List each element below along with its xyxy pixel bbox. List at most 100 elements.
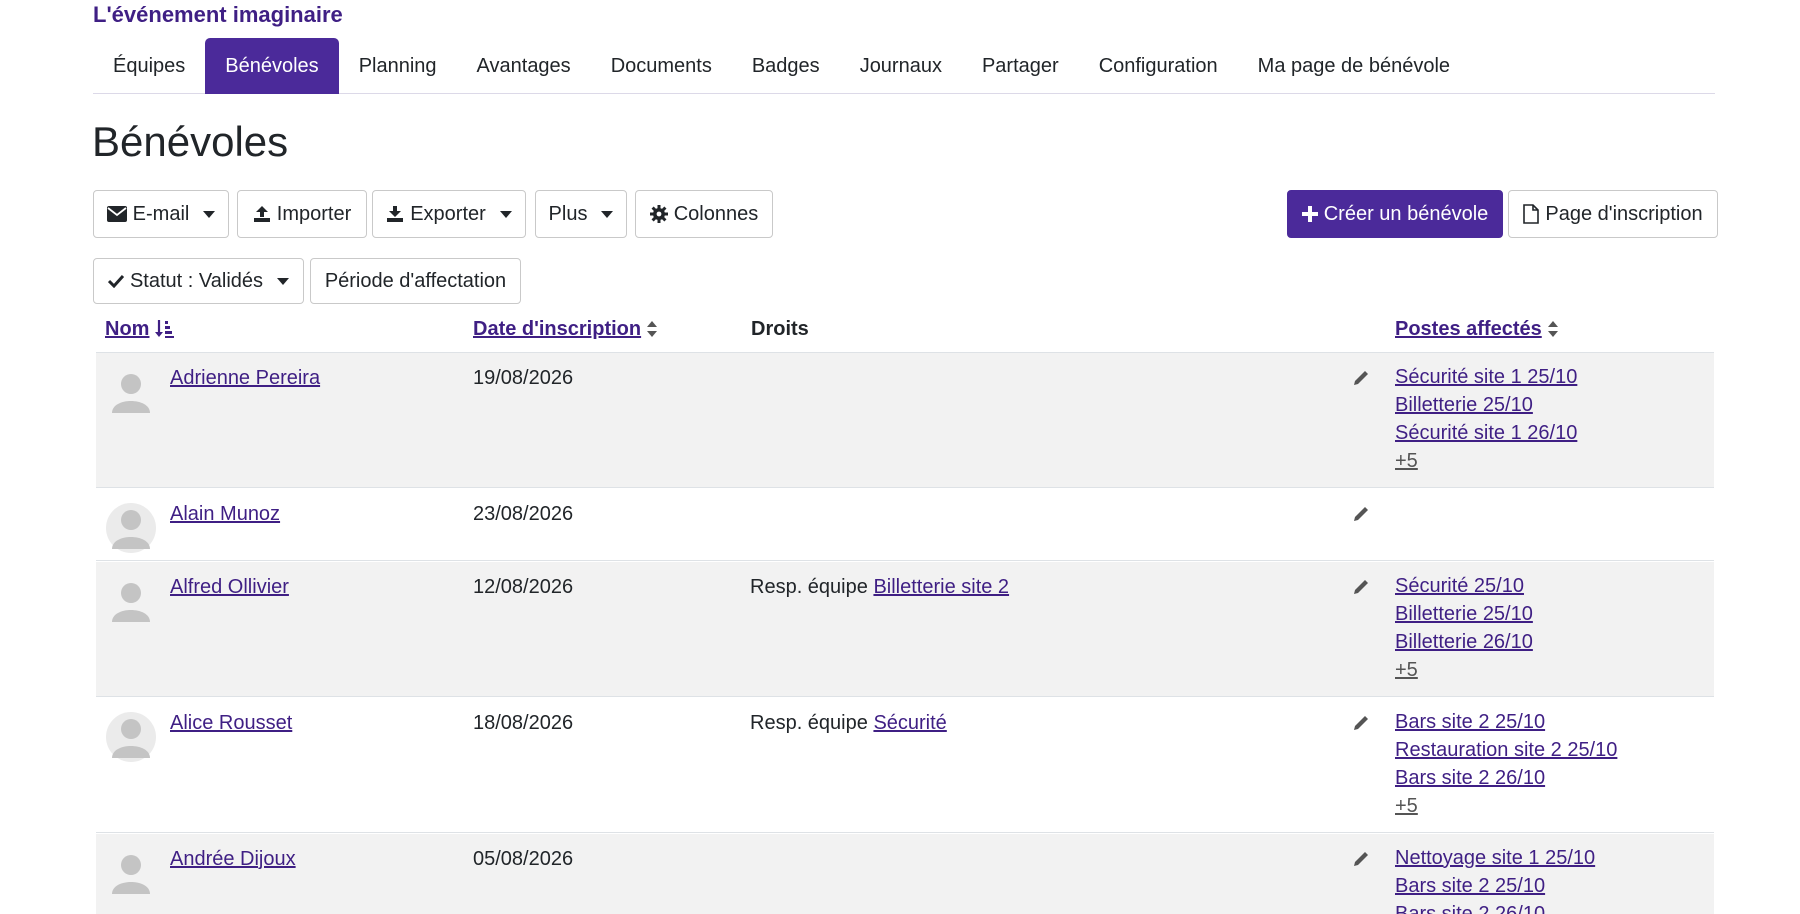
email-label: E-mail <box>132 202 190 225</box>
avatar <box>106 712 156 762</box>
page-title: Bénévoles <box>92 118 289 165</box>
create-volunteer-label: Créer un bénévole <box>1323 202 1489 225</box>
plus-icon <box>1301 206 1318 222</box>
period-filter-button[interactable]: Période d'affectation <box>310 258 521 304</box>
main-tabs: Équipes Bénévoles Planning Avantages Doc… <box>93 38 1715 94</box>
signup-date: 23/08/2026 <box>473 503 574 525</box>
chevron-down-icon <box>203 210 216 218</box>
sort-icon <box>1547 321 1558 337</box>
status-filter-label: Statut : Validés <box>129 269 264 292</box>
avatar <box>106 848 156 898</box>
event-title[interactable]: L'événement imaginaire <box>93 2 343 28</box>
table-row: Adrienne Pereira 19/08/2026 Sécurité sit… <box>96 353 1714 488</box>
user-icon <box>112 855 150 894</box>
post-link[interactable]: Sécurité site 1 26/10 <box>1395 419 1577 447</box>
export-button[interactable]: Exporter <box>372 190 526 238</box>
post-link[interactable]: Billetterie 25/10 <box>1395 391 1577 419</box>
rights-team-link[interactable]: Billetterie site 2 <box>873 576 1009 598</box>
post-link[interactable]: Nettoyage site 1 25/10 <box>1395 844 1595 872</box>
tab-configuration[interactable]: Configuration <box>1079 38 1238 94</box>
column-header-posts[interactable]: Postes affectés <box>1395 312 1559 346</box>
user-icon <box>112 583 150 622</box>
gear-icon <box>649 205 668 223</box>
avatar <box>106 503 156 553</box>
more-posts-link[interactable]: +5 <box>1395 447 1577 475</box>
chevron-down-icon <box>499 210 512 218</box>
tab-benevoles[interactable]: Bénévoles <box>205 38 339 94</box>
post-link[interactable]: Billetterie 26/10 <box>1395 628 1533 656</box>
volunteer-name-link[interactable]: Adrienne Pereira <box>170 367 320 390</box>
rights-team-link[interactable]: Sécurité <box>873 712 946 734</box>
user-icon <box>112 510 150 549</box>
signup-date: 19/08/2026 <box>473 367 574 389</box>
table-row: Andrée Dijoux 05/08/2026 Nettoyage site … <box>96 834 1714 914</box>
tab-equipes[interactable]: Équipes <box>93 38 205 94</box>
export-label: Exporter <box>410 202 486 225</box>
assigned-posts: Nettoyage site 1 25/10 Bars site 2 25/10… <box>1395 844 1595 914</box>
more-label: Plus <box>548 202 588 225</box>
upload-icon <box>253 206 270 222</box>
signup-date: 12/08/2026 <box>473 576 574 598</box>
file-icon <box>1523 204 1540 224</box>
column-header-name[interactable]: Nom <box>105 312 175 346</box>
post-link[interactable]: Billetterie 25/10 <box>1395 600 1533 628</box>
sort-icon <box>647 321 658 337</box>
more-button[interactable]: Plus <box>535 190 627 238</box>
tab-journaux[interactable]: Journaux <box>840 38 962 94</box>
pencil-icon[interactable] <box>1352 850 1370 873</box>
volunteer-name-link[interactable]: Andrée Dijoux <box>170 848 296 871</box>
download-icon <box>387 206 404 222</box>
post-link[interactable]: Restauration site 2 25/10 <box>1395 736 1617 764</box>
post-link[interactable]: Bars site 2 25/10 <box>1395 872 1595 900</box>
post-link[interactable]: Bars site 2 26/10 <box>1395 900 1595 914</box>
create-volunteer-button[interactable]: Créer un bénévole <box>1287 190 1503 238</box>
tab-planning[interactable]: Planning <box>339 38 457 94</box>
pencil-icon[interactable] <box>1352 505 1370 528</box>
table-row: Alain Munoz 23/08/2026 <box>96 489 1714 561</box>
assigned-posts: Bars site 2 25/10 Restauration site 2 25… <box>1395 708 1617 820</box>
user-icon <box>112 374 150 413</box>
column-header-rights: Droits <box>751 312 809 346</box>
avatar <box>106 576 156 626</box>
status-filter-button[interactable]: Statut : Validés <box>93 258 304 304</box>
rights-text: Resp. équipe <box>750 712 868 734</box>
post-link[interactable]: Sécurité site 1 25/10 <box>1395 363 1577 391</box>
tab-partager[interactable]: Partager <box>962 38 1079 94</box>
user-icon <box>112 719 150 758</box>
signup-page-label: Page d'inscription <box>1545 202 1703 225</box>
more-posts-link[interactable]: +5 <box>1395 656 1533 684</box>
post-link[interactable]: Sécurité 25/10 <box>1395 572 1533 600</box>
post-link[interactable]: Bars site 2 25/10 <box>1395 708 1617 736</box>
table-row: Alfred Ollivier 12/08/2026 Resp. équipe … <box>96 562 1714 697</box>
column-header-posts-label: Postes affectés <box>1395 317 1542 340</box>
chevron-down-icon <box>601 210 614 218</box>
columns-label: Colonnes <box>673 202 759 225</box>
more-posts-link[interactable]: +5 <box>1395 792 1617 820</box>
column-header-name-label: Nom <box>105 317 150 340</box>
tab-badges[interactable]: Badges <box>732 38 840 94</box>
rights-cell: Resp. équipe Billetterie site 2 <box>750 576 1009 599</box>
tab-documents[interactable]: Documents <box>591 38 732 94</box>
rights-cell: Resp. équipe Sécurité <box>750 712 947 735</box>
volunteer-name-link[interactable]: Alfred Ollivier <box>170 576 289 599</box>
table-row: Alice Rousset 18/08/2026 Resp. équipe Sé… <box>96 698 1714 833</box>
signup-page-button[interactable]: Page d'inscription <box>1508 190 1718 238</box>
pencil-icon[interactable] <box>1352 369 1370 392</box>
column-header-signup-date[interactable]: Date d'inscription <box>473 312 658 346</box>
tab-ma-page[interactable]: Ma page de bénévole <box>1238 38 1470 94</box>
import-label: Importer <box>276 202 352 225</box>
assigned-posts: Sécurité 25/10 Billetterie 25/10 Billett… <box>1395 572 1533 684</box>
envelope-icon <box>106 206 127 222</box>
pencil-icon[interactable] <box>1352 578 1370 601</box>
columns-button[interactable]: Colonnes <box>635 190 773 238</box>
import-button[interactable]: Importer <box>237 190 367 238</box>
volunteer-name-link[interactable]: Alice Rousset <box>170 712 292 735</box>
volunteer-name-link[interactable]: Alain Munoz <box>170 503 280 526</box>
column-header-rights-label: Droits <box>751 317 809 340</box>
post-link[interactable]: Bars site 2 26/10 <box>1395 764 1617 792</box>
email-button[interactable]: E-mail <box>93 190 229 238</box>
pencil-icon[interactable] <box>1352 714 1370 737</box>
avatar <box>106 367 156 417</box>
tab-avantages[interactable]: Avantages <box>457 38 591 94</box>
rights-text: Resp. équipe <box>750 576 868 598</box>
